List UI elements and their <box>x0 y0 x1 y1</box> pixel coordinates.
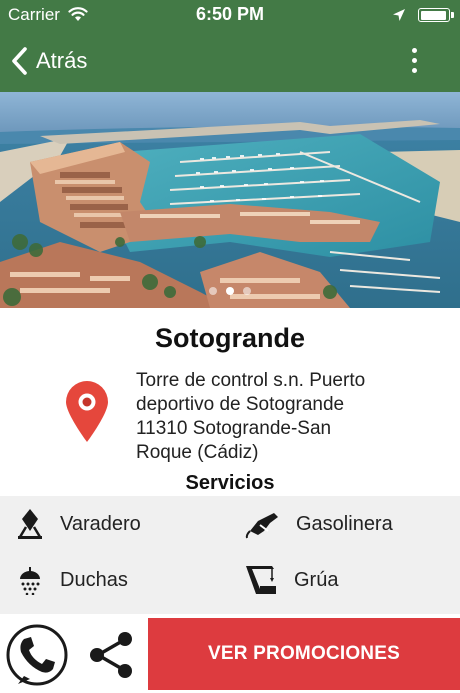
share-button[interactable] <box>84 628 138 682</box>
page-dot[interactable] <box>226 287 234 295</box>
more-vertical-icon[interactable] <box>404 46 424 76</box>
battery-icon <box>418 8 454 22</box>
address-line: Torre de control s.n. Puerto <box>136 370 366 391</box>
service-label: Varadero <box>60 512 141 535</box>
status-time: 6:50 PM <box>195 4 265 24</box>
ver-promociones-button[interactable]: VER PROMOCIONES <box>148 618 460 690</box>
back-button[interactable]: Atrás <box>10 44 87 78</box>
service-label: Duchas <box>60 568 128 591</box>
chevron-left-icon <box>12 47 27 75</box>
share-icon <box>90 632 132 678</box>
service-label: Grúa <box>294 568 339 591</box>
service-varadero: Varadero <box>16 504 141 544</box>
service-gasolinera: Gasolinera <box>244 504 393 544</box>
place-address: Torre de control s.n. Puerto deportivo d… <box>136 369 436 465</box>
fuel-nozzle-icon <box>245 513 278 539</box>
status-bar: Carrier 6:50 PM <box>0 0 460 30</box>
service-grua: Grúa <box>244 560 338 600</box>
map-pin-icon[interactable] <box>64 380 110 444</box>
services-heading: Servicios <box>185 472 275 494</box>
service-label: Gasolinera <box>296 512 393 535</box>
services-grid: Varadero Gasolinera Duchas Grúa <box>0 496 460 614</box>
address-line: Roque (Cádiz) <box>136 442 259 463</box>
shower-icon <box>20 567 40 595</box>
boat-lift-icon <box>18 509 42 539</box>
action-bar: VER PROMOCIONES <box>0 614 460 690</box>
place-title: Sotogrande <box>154 323 305 353</box>
page-dot[interactable] <box>209 287 217 295</box>
page-dot[interactable] <box>243 287 251 295</box>
gallery[interactable] <box>0 92 460 308</box>
crane-icon <box>246 566 276 594</box>
navigation-bar: Atrás <box>0 30 460 92</box>
location-arrow-icon <box>393 9 405 21</box>
service-duchas: Duchas <box>16 560 128 600</box>
marina-photo <box>0 92 460 308</box>
page-indicator <box>0 287 460 295</box>
call-button[interactable] <box>4 622 70 688</box>
address-line: 11310 Sotogrande-San <box>136 418 332 439</box>
battery-level <box>420 10 447 20</box>
back-label: Atrás <box>36 48 88 73</box>
phone-icon <box>6 624 68 686</box>
address-line: deportivo de Sotogrande <box>136 394 345 415</box>
